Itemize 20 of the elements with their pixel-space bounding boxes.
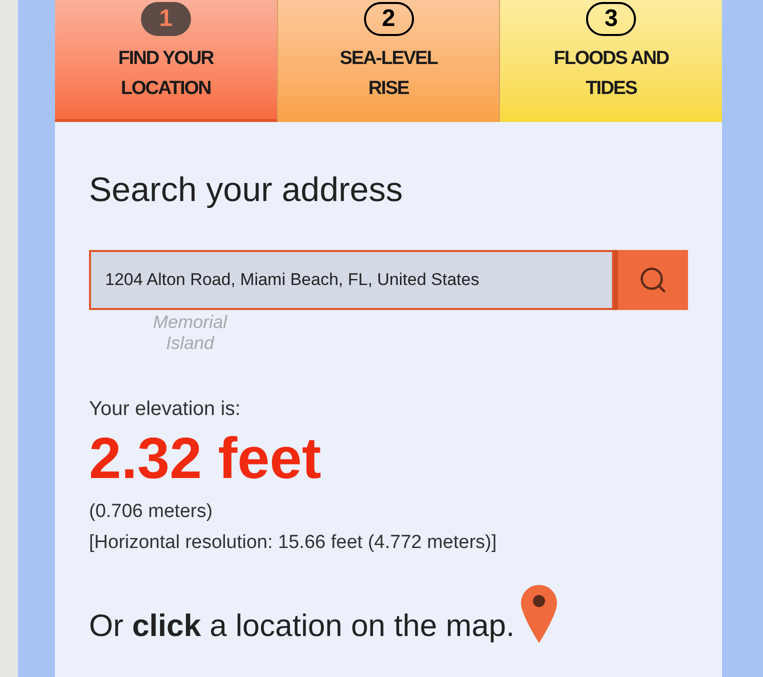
step-tab[interactable]: 2 SEA-LEVEL RISE	[276, 0, 500, 122]
elevation-meters: (0.706 meters)	[89, 500, 214, 524]
step-number: 1	[140, 2, 191, 36]
search-button[interactable]	[614, 250, 688, 310]
step-number: 3	[586, 2, 636, 36]
map-label: Memorial Island	[152, 312, 228, 354]
step-label: SEA-LEVEL RISE	[338, 47, 439, 101]
resolution-text: [Horizontal resolution: 15.66 feet (4.772 meters)]	[89, 530, 498, 554]
step-number: 2	[364, 2, 414, 36]
step-label: FLOODS AND TIDES	[552, 47, 670, 101]
step-tab[interactable]: 3 FLOODS AND TIDES	[499, 0, 722, 122]
map-pin-icon	[520, 585, 557, 643]
step-tab[interactable]: 1 FIND YOUR LOCATION	[55, 0, 277, 122]
search-icon	[638, 265, 668, 295]
elevation-label: Your elevation is:	[89, 397, 242, 422]
search-heading: Search your address	[89, 170, 404, 211]
elevation-value: 2.32 feet	[89, 425, 322, 493]
map-hint: Or click a location on the map.	[89, 607, 515, 645]
step-label: FIND YOUR LOCATION	[117, 47, 215, 101]
address-field[interactable]: 1204 Alton Road, Miami Beach, FL, United States	[89, 250, 614, 310]
